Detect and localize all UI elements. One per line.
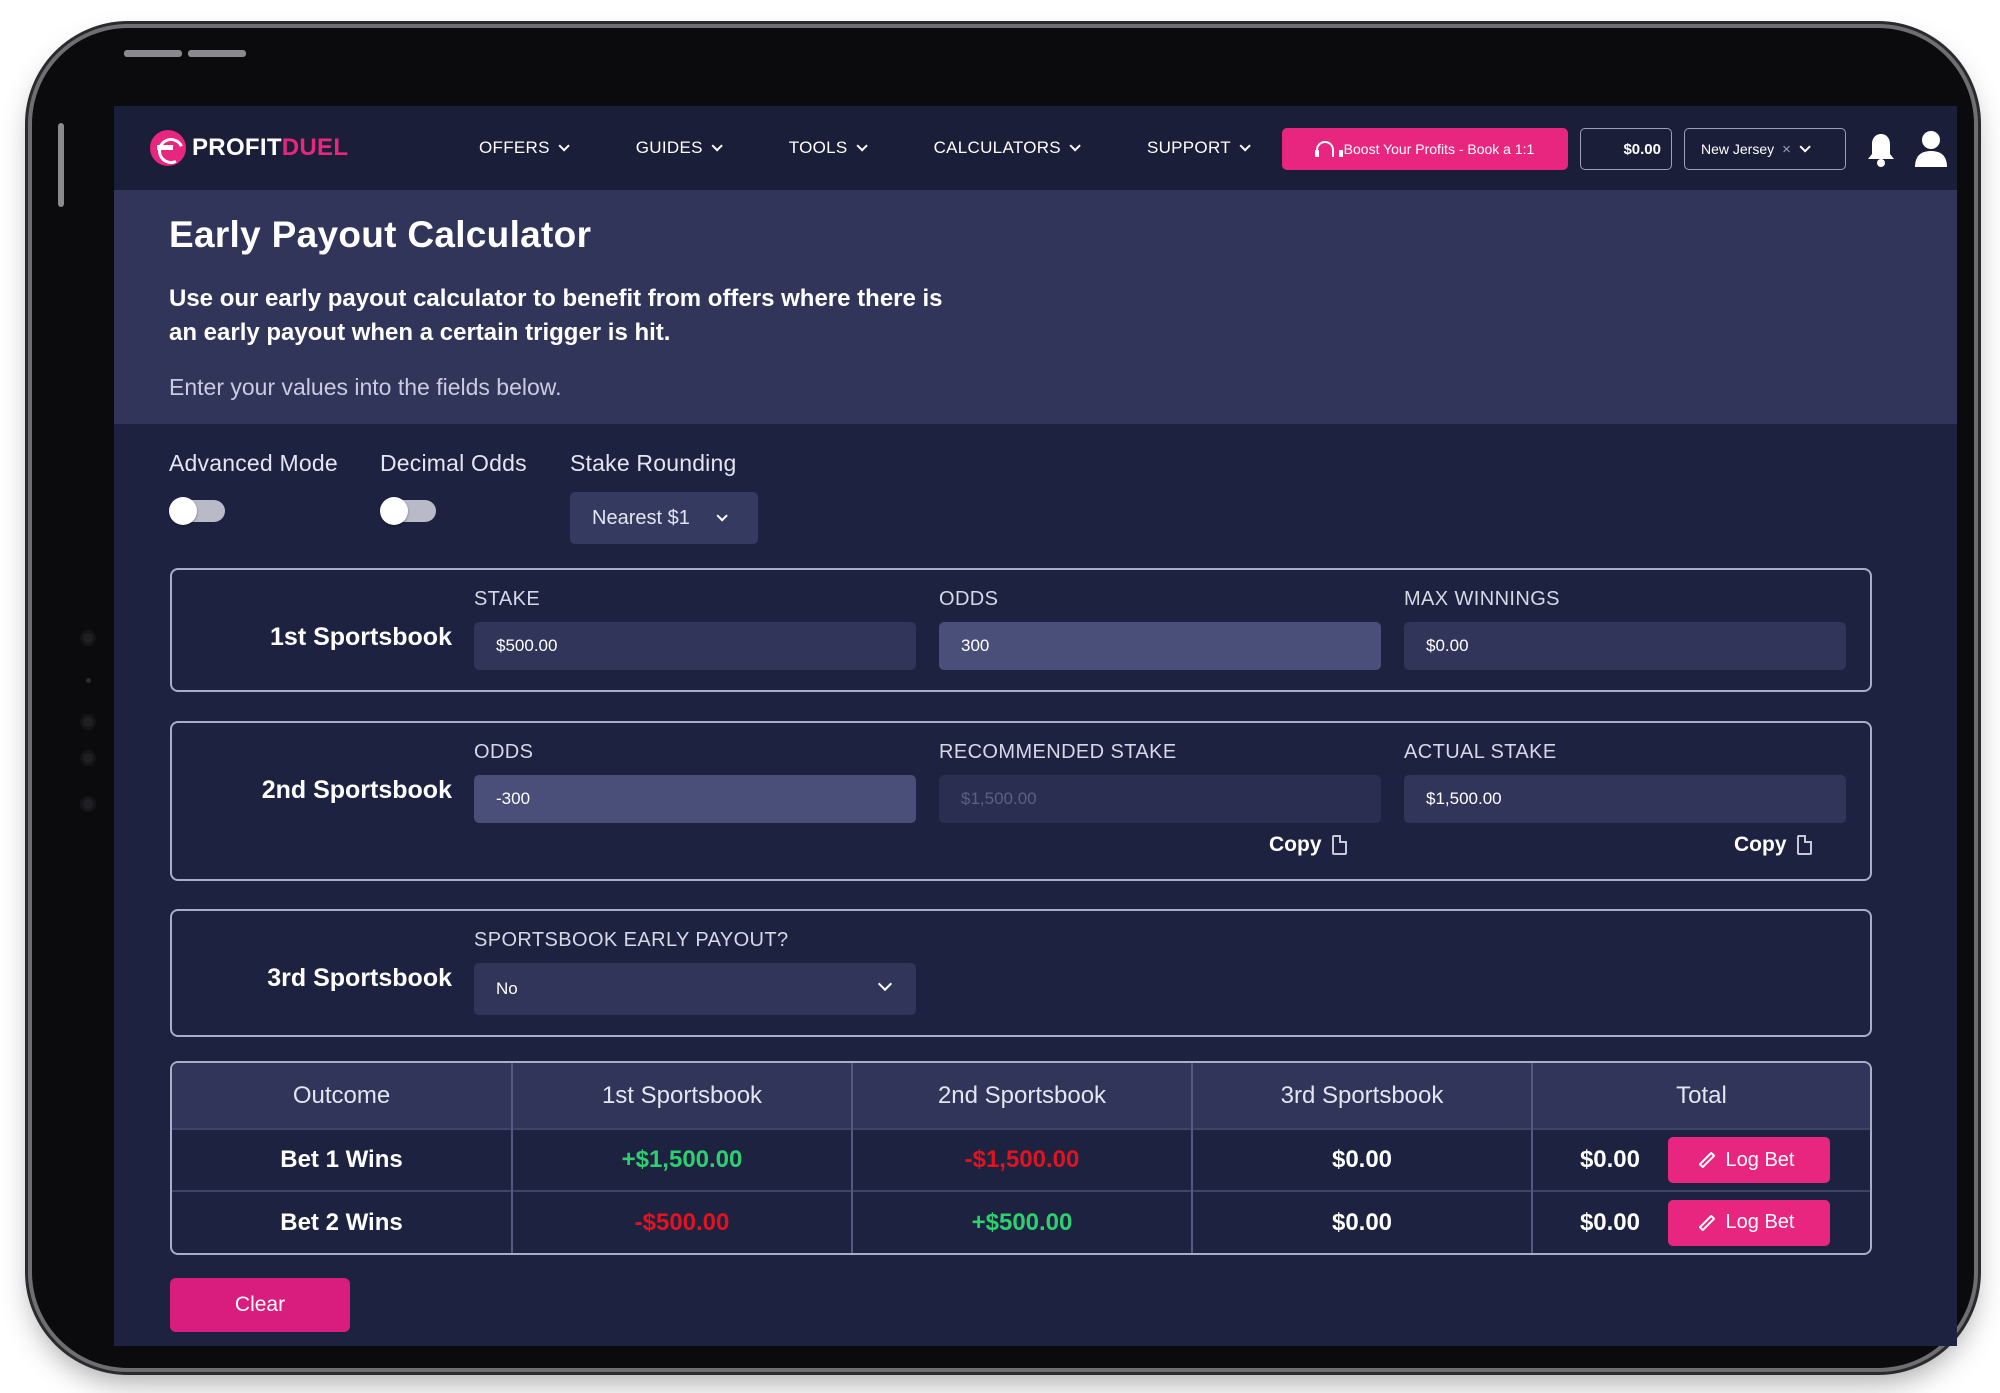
results-table: Outcome 1st Sportsbook 2nd Sportsbook 3r… (170, 1061, 1872, 1255)
boost-profits-button[interactable]: Boost Your Profits - Book a 1:1 (1282, 128, 1568, 170)
nav-item-calculators[interactable]: CALCULATORS (934, 106, 1081, 190)
recommended-stake-input: $1,500.00 (939, 775, 1381, 823)
first-sportsbook-card: 1st Sportsbook STAKE $500.00 ODDS 300 MA… (170, 568, 1872, 692)
sensor-dot (80, 714, 96, 730)
nav-item-tools[interactable]: TOOLS (789, 106, 868, 190)
chevron-down-icon (1239, 140, 1251, 152)
sensor-dot (86, 678, 91, 683)
chevron-down-icon (711, 140, 723, 152)
chevron-down-icon (856, 140, 868, 152)
profitduel-logo[interactable]: PROFITDUEL (150, 130, 426, 166)
column-header-total: Total (1532, 1063, 1870, 1129)
clear-button[interactable]: Clear (170, 1278, 350, 1332)
total-cell: $0.00 Log Bet (1532, 1128, 1870, 1191)
page-description: Use our early payout calculator to benef… (169, 285, 943, 346)
first-sportsbook-cell: +$1,500.00 (512, 1128, 853, 1191)
total-value: $0.00 (1579, 1208, 1640, 1236)
sensor-dot (80, 750, 96, 766)
max-winnings-input[interactable]: $0.00 (1404, 622, 1846, 670)
chevron-down-icon (1069, 140, 1081, 152)
balance-display[interactable]: $0.00 (1580, 128, 1672, 170)
power-button (58, 123, 64, 207)
nav-item-offers[interactable]: OFFERS (479, 106, 570, 190)
column-header-third-sportsbook: 3rd Sportsbook (1192, 1063, 1533, 1129)
early-payout-label: SPORTSBOOK EARLY PAYOUT? (474, 929, 789, 951)
log-bet-button[interactable]: Log Bet (1668, 1199, 1830, 1246)
table-row: Bet 2 Wins -$500.00 +$500.00 $0.00 $0.00… (172, 1190, 1870, 1253)
decimal-odds-label: Decimal Odds (380, 450, 527, 476)
actual-stake-label: ACTUAL STAKE (1404, 741, 1557, 763)
nav-item-support[interactable]: SUPPORT (1147, 106, 1251, 190)
column-header-first-sportsbook: 1st Sportsbook (512, 1063, 853, 1129)
logo-text: PROFITDUEL (192, 134, 349, 161)
second-sportsbook-cell: +$500.00 (852, 1190, 1193, 1253)
first-sportsbook-title: 1st Sportsbook (270, 623, 452, 651)
logo-mark-icon (150, 130, 186, 166)
volume-button (124, 50, 182, 57)
calculator-options: Advanced Mode Decimal Odds Stake Roundin… (114, 424, 1957, 570)
chevron-down-icon (877, 976, 893, 992)
stake-input[interactable]: $500.00 (474, 622, 916, 670)
max-winnings-label: MAX WINNINGS (1404, 588, 1560, 610)
third-sportsbook-title: 3rd Sportsbook (267, 964, 452, 992)
tablet-frame: PROFITDUEL OFFERS GUIDES TOOLS CALCULATO… (32, 28, 1974, 1368)
first-sportsbook-cell: -$500.00 (512, 1190, 853, 1253)
third-sportsbook-card: 3rd Sportsbook SPORTSBOOK EARLY PAYOUT? … (170, 909, 1872, 1037)
second-sportsbook-cell: -$1,500.00 (852, 1128, 1193, 1191)
column-header-second-sportsbook: 2nd Sportsbook (852, 1063, 1193, 1129)
pencil-icon (1698, 1214, 1716, 1231)
odds-label: ODDS (474, 741, 534, 763)
hero-section: Early Payout Calculator Use our early pa… (114, 190, 1957, 424)
bell-icon[interactable] (1866, 132, 1896, 168)
second-sportsbook-card: 2nd Sportsbook ODDS -300 RECOMMENDED STA… (170, 721, 1872, 881)
copy-icon (1331, 835, 1347, 855)
second-sportsbook-title: 2nd Sportsbook (261, 776, 452, 804)
chevron-down-icon (558, 140, 570, 152)
recommended-stake-label: RECOMMENDED STAKE (939, 741, 1177, 763)
page-title: Early Payout Calculator (169, 214, 592, 255)
pencil-icon (1698, 1151, 1716, 1169)
top-nav: PROFITDUEL OFFERS GUIDES TOOLS CALCULATO… (114, 106, 1957, 190)
volume-button (188, 50, 246, 57)
headset-icon (1314, 141, 1343, 157)
total-cell: $0.00 Log Bet (1532, 1190, 1870, 1253)
state-select[interactable]: New Jersey × (1684, 128, 1846, 170)
chevron-down-icon (1799, 141, 1811, 153)
advanced-mode-label: Advanced Mode (169, 450, 338, 476)
table-row: Bet 1 Wins +$1,500.00 -$1,500.00 $0.00 $… (172, 1128, 1870, 1191)
user-icon[interactable] (1914, 130, 1948, 168)
outcome-cell: Bet 2 Wins (172, 1190, 513, 1253)
third-sportsbook-cell: $0.00 (1192, 1128, 1533, 1191)
copy-actual-stake-button[interactable]: Copy (1734, 833, 1812, 857)
advanced-mode-toggle[interactable] (169, 497, 225, 525)
copy-recommended-stake-button[interactable]: Copy (1269, 833, 1347, 857)
column-header-outcome: Outcome (172, 1063, 513, 1129)
odds-input[interactable]: 300 (939, 622, 1381, 670)
odds-input[interactable]: -300 (474, 775, 916, 823)
copy-icon (1796, 835, 1812, 855)
camera-icon (80, 630, 96, 646)
chevron-down-icon (716, 510, 728, 522)
page-instructions: Enter your values into the fields below. (169, 374, 562, 400)
early-payout-select[interactable]: No (474, 963, 916, 1015)
stake-rounding-select[interactable]: Nearest $1 (570, 492, 758, 544)
outcome-cell: Bet 1 Wins (172, 1128, 513, 1191)
decimal-odds-toggle[interactable] (380, 497, 436, 525)
actual-stake-input[interactable]: $1,500.00 (1404, 775, 1846, 823)
close-icon[interactable]: × (1782, 141, 1791, 158)
total-value: $0.00 (1579, 1146, 1640, 1173)
app-screen: PROFITDUEL OFFERS GUIDES TOOLS CALCULATO… (114, 106, 1957, 1346)
stake-rounding-label: Stake Rounding (570, 450, 737, 476)
sensor-dot (80, 796, 96, 812)
nav-item-guides[interactable]: GUIDES (636, 106, 723, 190)
log-bet-button[interactable]: Log Bet (1668, 1137, 1830, 1183)
odds-label: ODDS (939, 588, 999, 610)
stake-label: STAKE (474, 588, 541, 610)
third-sportsbook-cell: $0.00 (1192, 1190, 1533, 1253)
